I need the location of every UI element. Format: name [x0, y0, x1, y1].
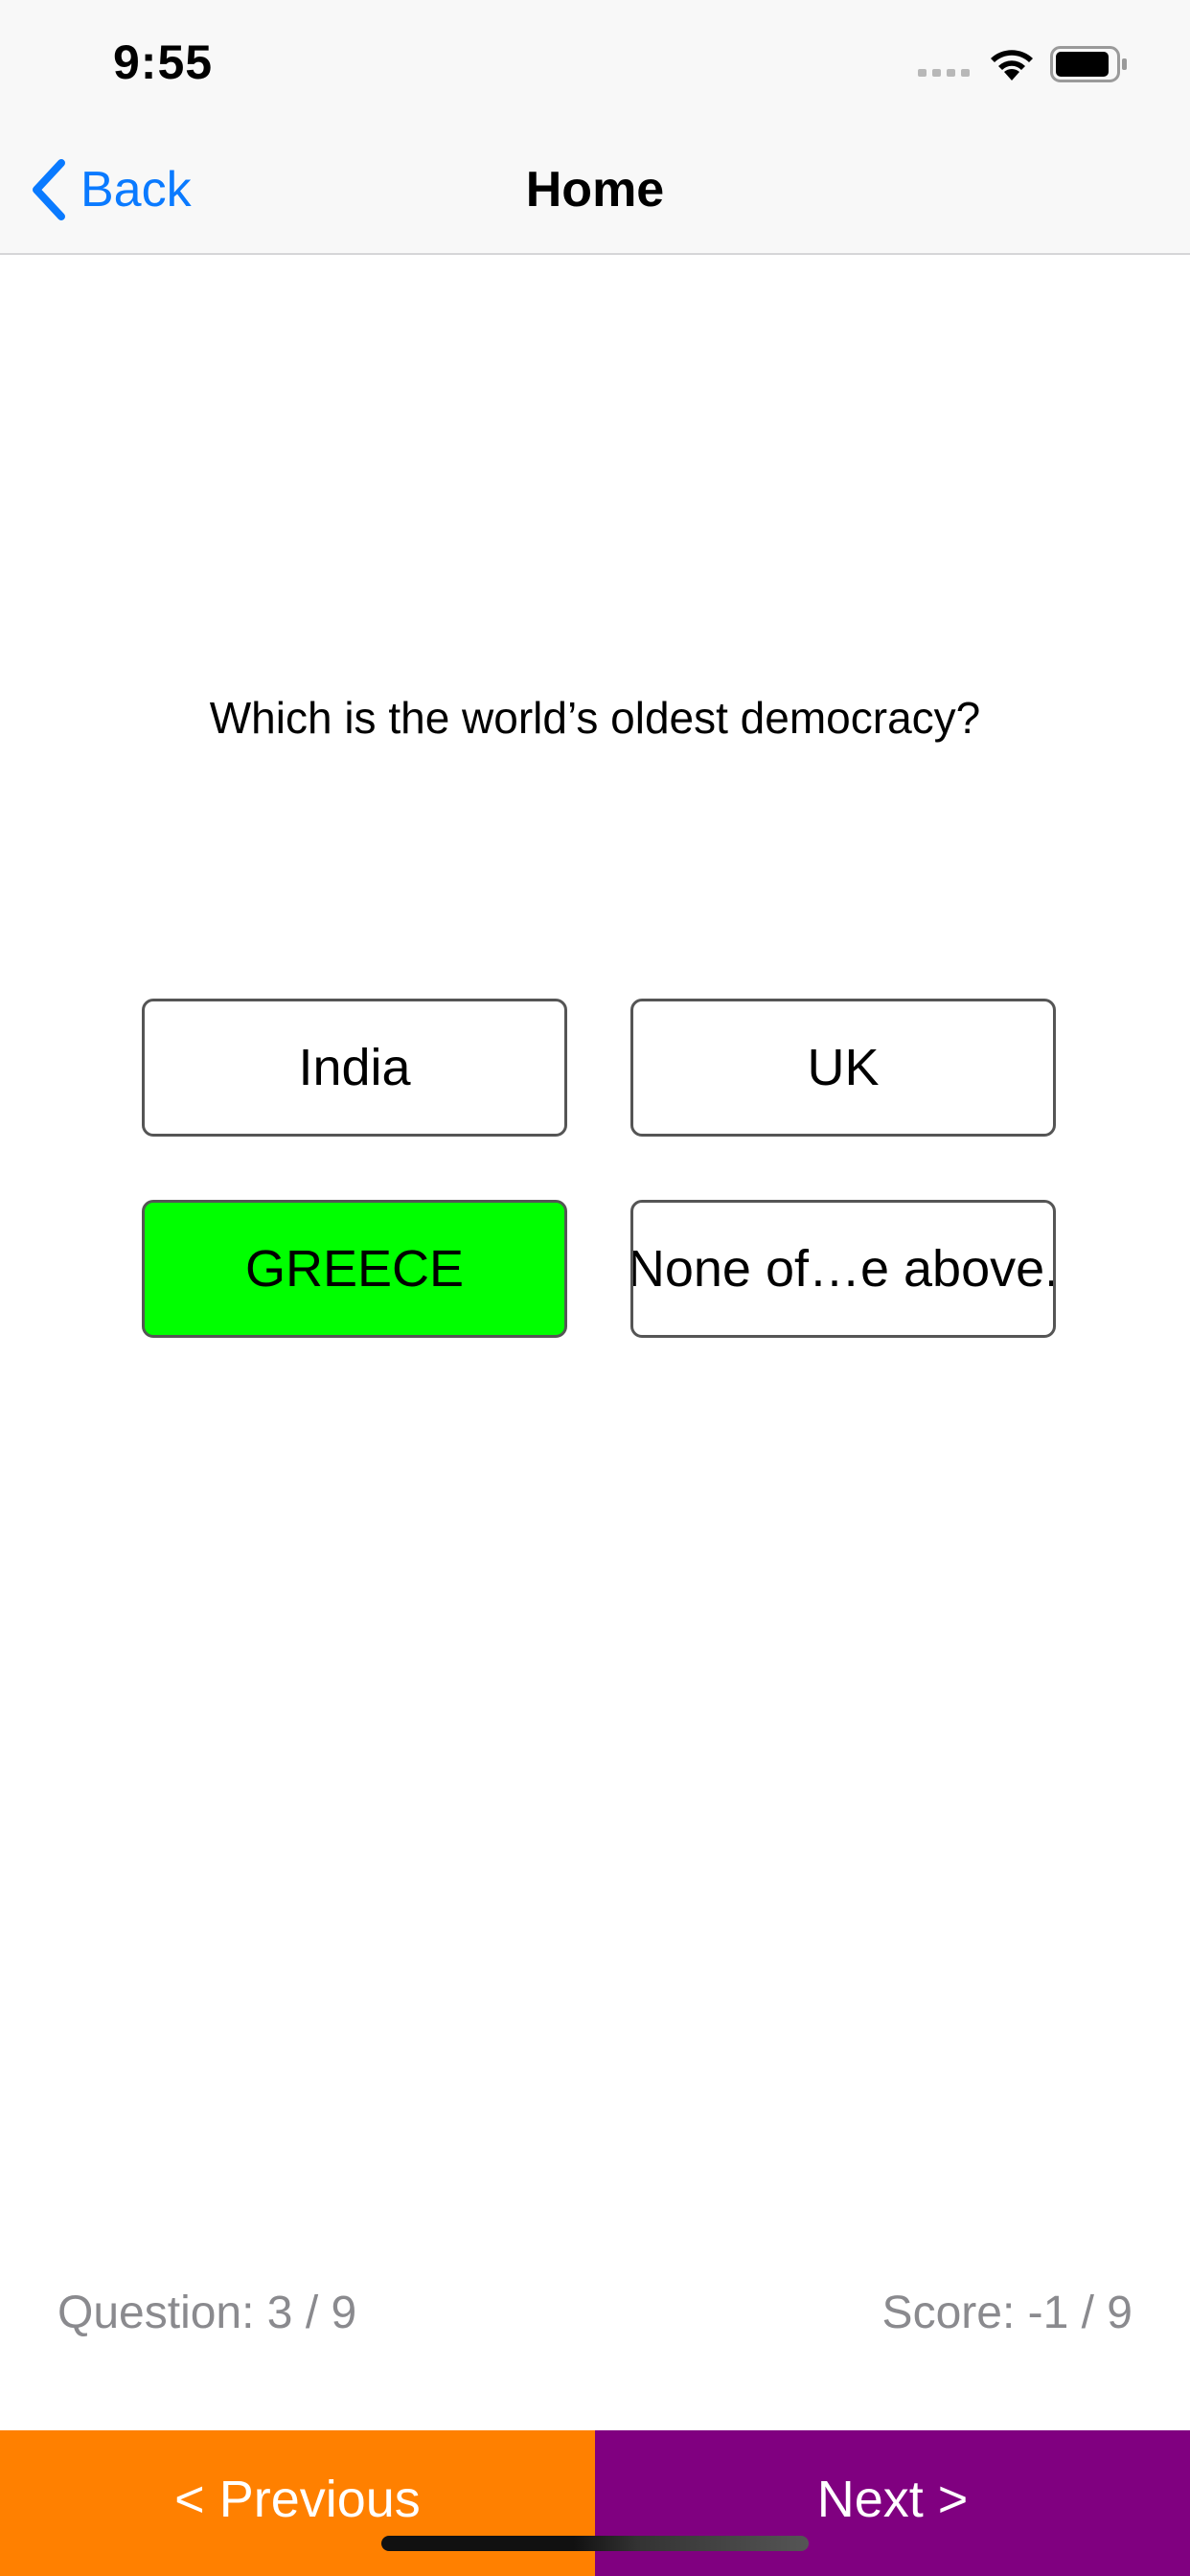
- answer-option-greece[interactable]: GREECE: [142, 1200, 567, 1338]
- previous-button[interactable]: < Previous: [0, 2430, 595, 2576]
- status-time: 9:55: [113, 35, 214, 89]
- page-title: Home: [525, 162, 665, 218]
- signal-icon: [918, 69, 970, 77]
- question-progress: Question: 3 / 9: [57, 2288, 357, 2338]
- next-button[interactable]: Next >: [595, 2430, 1190, 2576]
- home-indicator: [381, 2536, 809, 2551]
- wifi-icon: [991, 50, 1033, 80]
- status-bar: 9:55: [0, 0, 1190, 126]
- answer-option-uk[interactable]: UK: [630, 999, 1056, 1137]
- battery-icon: [1050, 46, 1127, 82]
- answer-option-none-of-the-above[interactable]: None of…e above.: [630, 1200, 1056, 1338]
- navigation-bar: Back Home: [0, 126, 1190, 255]
- answer-option-india[interactable]: India: [142, 999, 567, 1137]
- score-label: Score: -1 / 9: [881, 2288, 1133, 2338]
- question-text: Which is the world’s oldest democracy?: [209, 693, 981, 743]
